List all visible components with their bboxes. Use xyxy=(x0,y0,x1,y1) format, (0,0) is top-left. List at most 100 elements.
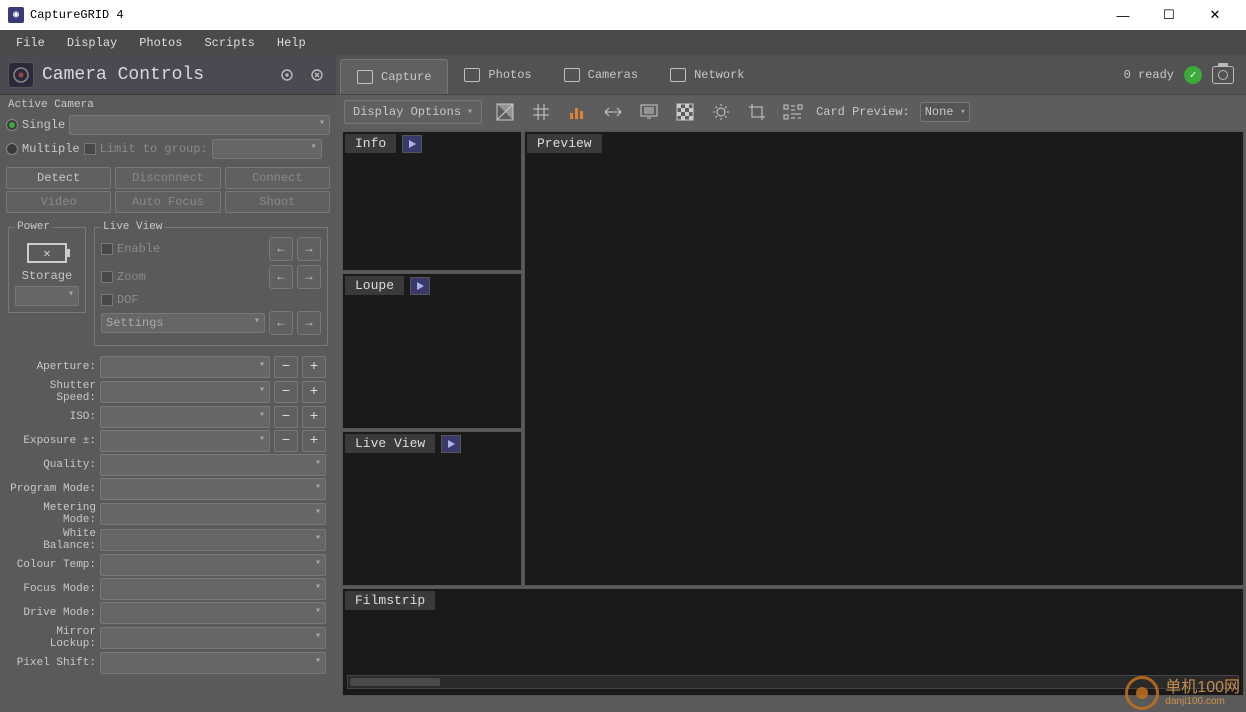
disconnect-button[interactable]: Disconnect xyxy=(115,167,220,189)
control-row: Aperture: −+ xyxy=(6,356,330,378)
panel-close-icon[interactable] xyxy=(306,64,328,86)
control-label: ISO: xyxy=(6,411,96,423)
control-minus-button[interactable]: − xyxy=(274,356,298,378)
card-preview-label: Card Preview: xyxy=(816,105,910,119)
tab-photos[interactable]: Photos xyxy=(448,55,547,94)
control-plus-button[interactable]: + xyxy=(302,381,326,403)
panel-title: Camera Controls xyxy=(42,65,268,85)
lv-nav-right-1[interactable]: → xyxy=(297,237,321,261)
shoot-button[interactable]: Shoot xyxy=(225,191,330,213)
lv-nav-left-2[interactable]: ← xyxy=(269,265,293,289)
control-label: Aperture: xyxy=(6,361,96,373)
control-plus-button[interactable]: + xyxy=(302,356,326,378)
liveview-play-button[interactable] xyxy=(441,435,461,453)
control-minus-button[interactable]: − xyxy=(274,406,298,428)
checker-tool-icon[interactable] xyxy=(672,99,698,125)
close-button[interactable]: ✕ xyxy=(1192,0,1238,30)
control-plus-button[interactable]: + xyxy=(302,406,326,428)
lv-enable-checkbox[interactable] xyxy=(101,243,113,255)
histogram-tool-icon[interactable] xyxy=(564,99,590,125)
menu-scripts[interactable]: Scripts xyxy=(194,33,264,53)
lv-zoom-checkbox[interactable] xyxy=(101,271,113,283)
photos-icon xyxy=(464,68,480,82)
active-camera-label: Active Camera xyxy=(0,95,336,115)
brightness-tool-icon[interactable] xyxy=(708,99,734,125)
control-row: Quality: xyxy=(6,454,330,476)
menu-help[interactable]: Help xyxy=(267,33,316,53)
liveview-pane: Live View xyxy=(342,431,522,586)
control-select[interactable] xyxy=(100,356,270,378)
filmstrip-scrollbar[interactable] xyxy=(347,675,1239,689)
tabbar: Capture Photos Cameras Network 0 ready ✓ xyxy=(336,55,1246,95)
camera-status-icon[interactable] xyxy=(1212,66,1234,84)
control-minus-button[interactable]: − xyxy=(274,381,298,403)
control-plus-button[interactable]: + xyxy=(302,430,326,452)
control-select[interactable] xyxy=(100,430,270,452)
detect-button[interactable]: Detect xyxy=(6,167,111,189)
info-title: Info xyxy=(345,134,396,153)
flip-tool-icon[interactable] xyxy=(600,99,626,125)
control-select[interactable] xyxy=(100,554,326,576)
cameras-icon xyxy=(564,68,580,82)
control-select[interactable] xyxy=(100,578,326,600)
exposure-tool-icon[interactable] xyxy=(492,99,518,125)
screen-tool-icon[interactable] xyxy=(636,99,662,125)
limit-group-select[interactable] xyxy=(212,139,322,159)
window-title: CaptureGRID 4 xyxy=(30,8,1100,22)
lv-dof-label: DOF xyxy=(117,293,321,307)
control-row: Program Mode: xyxy=(6,478,330,500)
lv-nav-right-3[interactable]: → xyxy=(297,311,321,335)
crop-tool-icon[interactable] xyxy=(744,99,770,125)
control-select[interactable] xyxy=(100,454,326,476)
lv-settings-select[interactable]: Settings xyxy=(101,313,265,333)
tab-capture[interactable]: Capture xyxy=(340,59,448,94)
lv-nav-right-2[interactable]: → xyxy=(297,265,321,289)
tab-cameras[interactable]: Cameras xyxy=(548,55,654,94)
titlebar: ◉ CaptureGRID 4 — ☐ ✕ xyxy=(0,0,1246,30)
lv-nav-left-1[interactable]: ← xyxy=(269,237,293,261)
tab-network[interactable]: Network xyxy=(654,55,760,94)
liveview-group: Live View Enable ← → Zoom ← → DOF Settin… xyxy=(94,221,328,346)
menu-photos[interactable]: Photos xyxy=(129,33,192,53)
card-preview-select[interactable]: None xyxy=(920,102,970,122)
maximize-button[interactable]: ☐ xyxy=(1146,0,1192,30)
single-radio[interactable] xyxy=(6,119,18,131)
control-select[interactable] xyxy=(100,652,326,674)
control-select[interactable] xyxy=(100,381,270,403)
filmstrip-pane: Filmstrip xyxy=(342,588,1244,696)
control-row: Metering Mode: xyxy=(6,502,330,526)
limit-checkbox[interactable] xyxy=(84,143,96,155)
multiple-radio[interactable] xyxy=(6,143,18,155)
panel-settings-icon[interactable] xyxy=(276,64,298,86)
menu-file[interactable]: File xyxy=(6,33,55,53)
connect-button[interactable]: Connect xyxy=(225,167,330,189)
control-select[interactable] xyxy=(100,529,326,551)
power-legend: Power xyxy=(15,221,52,233)
sidebar: Camera Controls Active Camera Single Mul… xyxy=(0,55,336,712)
grid-tool-icon[interactable] xyxy=(528,99,554,125)
autofocus-button[interactable]: Auto Focus xyxy=(115,191,220,213)
control-select[interactable] xyxy=(100,478,326,500)
barcode-tool-icon[interactable] xyxy=(780,99,806,125)
preview-title: Preview xyxy=(527,134,602,153)
menu-display[interactable]: Display xyxy=(57,33,127,53)
control-select[interactable] xyxy=(100,602,326,624)
display-options-button[interactable]: Display Options xyxy=(344,100,482,124)
control-select[interactable] xyxy=(100,627,326,649)
storage-select[interactable] xyxy=(15,286,79,306)
control-row: White Balance: xyxy=(6,528,330,552)
single-camera-select[interactable] xyxy=(69,115,330,135)
minimize-button[interactable]: — xyxy=(1100,0,1146,30)
info-play-button[interactable] xyxy=(402,135,422,153)
loupe-play-button[interactable] xyxy=(410,277,430,295)
video-button[interactable]: Video xyxy=(6,191,111,213)
control-row: Mirror Lockup: xyxy=(6,626,330,650)
control-minus-button[interactable]: − xyxy=(274,430,298,452)
lv-dof-checkbox[interactable] xyxy=(101,294,113,306)
control-select[interactable] xyxy=(100,503,326,525)
control-select[interactable] xyxy=(100,406,270,428)
tab-cameras-label: Cameras xyxy=(588,68,638,82)
liveview-title: Live View xyxy=(345,434,435,453)
filmstrip-title: Filmstrip xyxy=(345,591,435,610)
lv-nav-left-3[interactable]: ← xyxy=(269,311,293,335)
